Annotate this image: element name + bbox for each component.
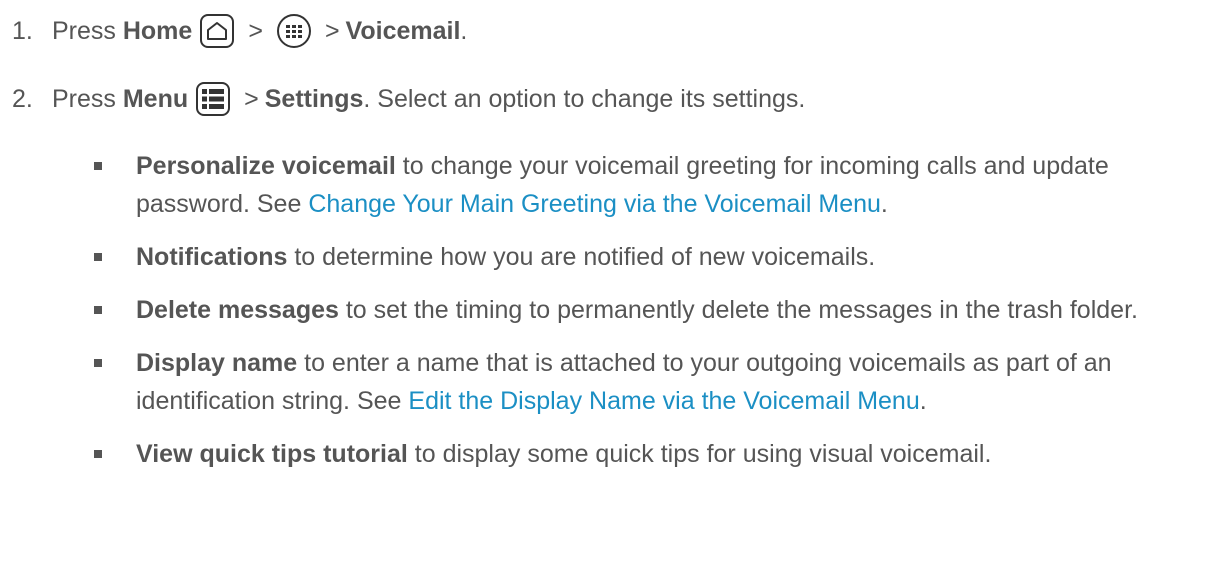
list-item: Delete messages to set the timing to per… (92, 291, 1202, 329)
option-term: Delete messages (136, 296, 339, 324)
list-item: Personalize voicemail to change your voi… (92, 147, 1202, 223)
apps-icon (276, 14, 311, 48)
link[interactable]: Edit the Display Name via the Voicemail … (408, 387, 919, 415)
step-text: Press (52, 16, 116, 45)
home-icon (200, 14, 235, 48)
bullet-icon (94, 306, 102, 314)
separator: > (248, 16, 263, 45)
link[interactable]: Change Your Main Greeting via the Voicem… (308, 190, 881, 218)
separator: > (244, 84, 259, 113)
period: . (919, 387, 927, 415)
option-text: to display some quick tips for using vis… (407, 440, 992, 468)
option-term: Personalize voicemail (136, 152, 396, 180)
list-item: Notifications to determine how you are n… (92, 238, 1202, 276)
option-term: Display name (136, 349, 298, 377)
home-label: Home (122, 16, 193, 45)
step-1: 1. Press Home > > Voicemail . (12, 14, 467, 48)
voicemail-label: Voicemail (345, 16, 461, 45)
period: . (880, 190, 888, 218)
options-list: Personalize voicemail to change your voi… (92, 147, 1202, 488)
option-term: Notifications (136, 243, 288, 271)
option-text: to determine how you are notified of new… (287, 243, 876, 271)
bullet-icon (94, 359, 102, 367)
settings-label: Settings (264, 84, 364, 113)
step-number: 2. (12, 84, 33, 113)
list-item: View quick tips tutorial to display some… (92, 435, 1202, 473)
period: . (460, 16, 468, 45)
step-number: 1. (12, 16, 33, 45)
list-item: Display name to enter a name that is att… (92, 344, 1202, 420)
step-2: 2. Press Menu > Settings . Select an opt… (12, 82, 805, 116)
bullet-icon (94, 162, 102, 170)
option-term: View quick tips tutorial (136, 440, 408, 468)
menu-icon (196, 82, 231, 116)
bullet-icon (94, 253, 102, 261)
step-text: Press (52, 84, 116, 113)
step-text: . Select an option to change its setting… (363, 84, 806, 113)
bullet-icon (94, 450, 102, 458)
menu-label: Menu (122, 84, 189, 113)
option-text: to set the timing to permanently delete … (338, 296, 1138, 324)
separator: > (324, 16, 340, 45)
